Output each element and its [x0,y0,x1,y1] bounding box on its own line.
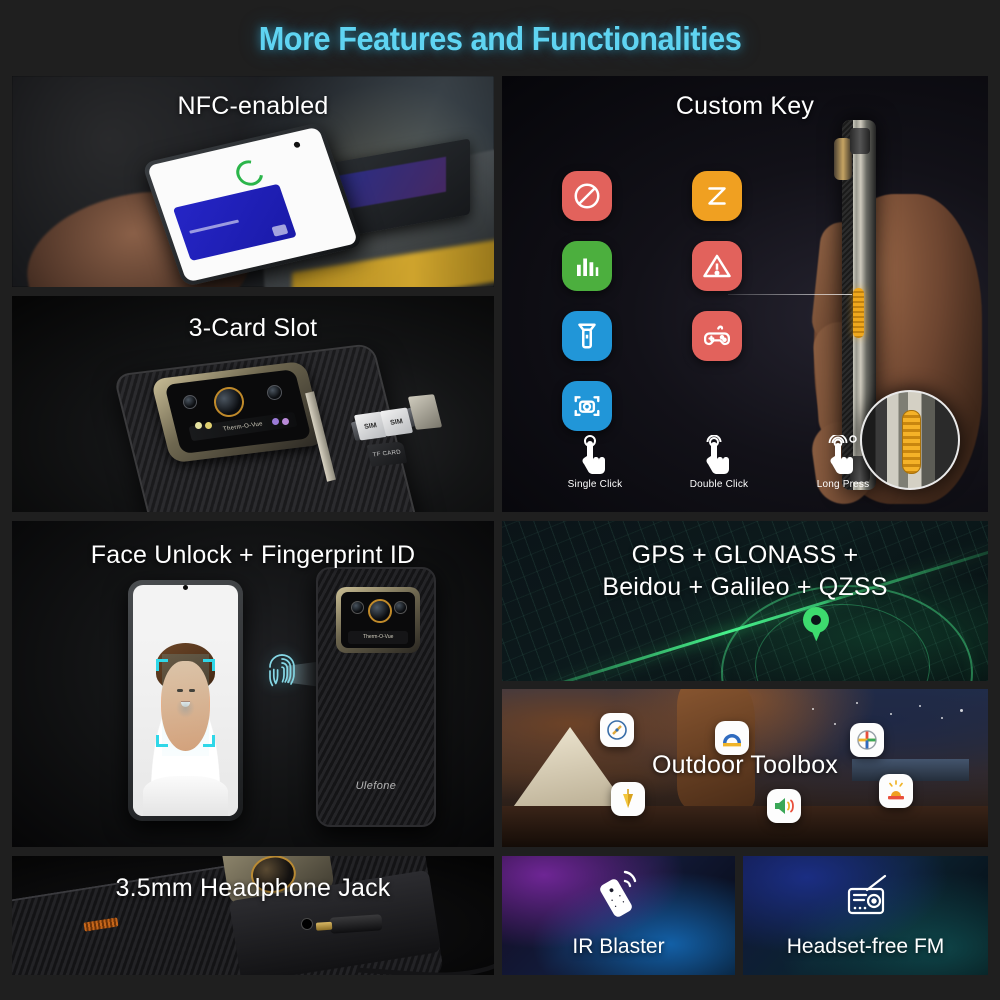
pos-screen [334,156,446,211]
megaphone-icon[interactable] [767,789,801,823]
panel-headphone-jack: 3.5mm Headphone Jack [12,856,494,975]
front-camera-dot [183,584,188,590]
portrait-shirt [143,776,228,816]
audio-cable [357,917,494,975]
protractor-icon[interactable] [715,721,749,755]
tf-card: TF CARD [366,441,407,467]
night-stars [794,698,979,745]
gesture-long-press: Long Press [802,433,884,490]
do-not-disturb-icon[interactable] [562,171,612,221]
gesture-legend: Single Click Double Click Long Press [554,433,884,490]
gesture-label: Single Click [567,479,623,490]
bracket-top-right [203,658,216,671]
panel-card-slot: Therm-O-Vue SIM SIM TF CARD 3-Card Slot [12,296,494,512]
fingerprint-icon [265,651,299,691]
panel-custom-key: Single Click Double Click Long Press Cus… [502,76,988,512]
remote-control-icon [502,870,735,922]
card-number [189,219,240,234]
gesture-label: Double Click [689,479,749,490]
camera-badge: Therm-O-Vue [348,630,409,645]
gesture-label: Long Press [816,479,870,490]
page-title: More Features and Functionalities [258,20,742,57]
headphone-title: 3.5mm Headphone Jack [115,874,391,902]
pin-tip [810,627,823,642]
single-click-icon [554,433,636,475]
card-slot-title: 3-Card Slot [188,314,318,342]
panel-ir-blaster: IR Blaster [502,856,735,975]
game-controller-icon[interactable] [692,311,742,361]
custom-key-title: Custom Key [675,92,815,120]
main-lens [368,598,393,623]
panel-outdoor-toolbox: Outdoor Toolbox [502,689,988,847]
fm-radio-label: Headset-free FM [786,935,945,958]
top-cap [850,128,870,154]
payment-card [172,183,298,262]
biometrics-title: Face Unlock + Fingerprint ID [90,541,416,569]
face-detection-brackets [155,658,216,747]
gesture-double-click: Double Click [678,433,760,490]
magnified-custom-key [902,410,921,474]
camera-plate: Therm-O-Vue [336,586,421,654]
tertiary-lens [267,384,283,400]
long-press-icon [802,433,884,475]
brand-logo: Ulefone [355,780,397,793]
front-camera-dot [293,141,302,149]
panel-fm-radio: Headset-free FM [743,856,988,975]
gps-title-line2: Beidou + Galileo + QZSS [602,573,888,601]
bracket-bottom-left [155,734,168,747]
bracket-top-left [155,658,168,671]
plumb-bob-icon[interactable] [611,782,645,816]
panel-gps: GPS + GLONASS + Beidou + Galileo + QZSS [502,521,988,681]
nfc-title: NFC-enabled [177,92,329,120]
card-chip-icon [272,224,289,237]
noise-z-icon[interactable] [692,171,742,221]
ground [502,805,988,847]
compass-level-icon[interactable] [600,713,634,747]
custom-key-app-icons [562,171,770,431]
custom-key-button[interactable] [853,288,864,338]
double-click-icon [678,433,760,475]
sensor-dot [281,418,289,426]
gps-title-line1: GPS + GLONASS + [631,541,859,569]
warning-triangle-icon[interactable] [692,241,742,291]
phone-front-screen [132,584,239,816]
radio-icon [743,870,988,922]
flashlight-icon[interactable] [562,311,612,361]
tertiary-lens [393,601,407,615]
phone-back: Therm-O-Vue Ulefone [315,566,437,828]
location-pin-icon [803,607,830,642]
camera-scan-icon[interactable] [562,381,612,431]
feature-collage: More Features and Functionalities NFC-en… [0,0,1000,1000]
ir-blaster-label: IR Blaster [572,935,665,958]
panel-nfc: NFC-enabled [12,76,494,287]
phone-front [127,579,244,821]
toolbox-title: Outdoor Toolbox [652,751,838,779]
panel-biometrics: Therm-O-Vue Ulefone Face Unlock + Finger… [12,521,494,847]
gesture-single-click: Single Click [554,433,636,490]
sound-meter-icon[interactable] [562,241,612,291]
bracket-bottom-right [203,734,216,747]
payment-check-icon [231,155,270,191]
